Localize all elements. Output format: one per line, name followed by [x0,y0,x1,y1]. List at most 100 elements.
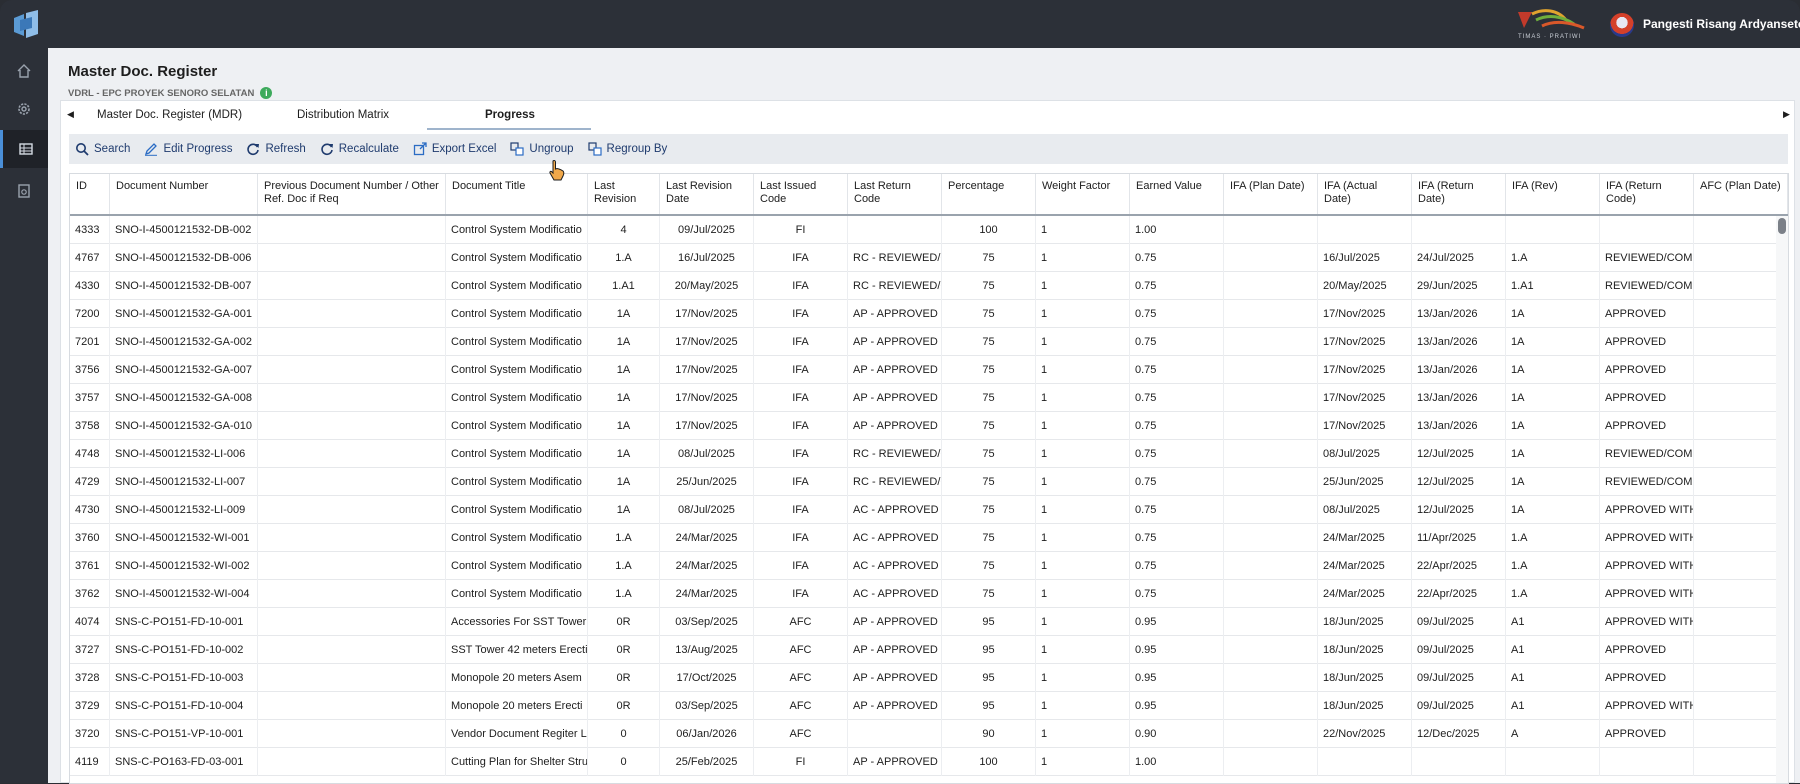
table-cell: 13/Jan/2026 [1412,300,1506,328]
table-row[interactable]: 4074 SNS-C-PO151-FD-10-001 Accessories For… [70,608,1788,636]
table-row[interactable]: 3761 SNO-I-4500121532-WI-002 Control Syste… [70,552,1788,580]
tab-scroll-left-icon[interactable]: ◀ [67,109,74,120]
table-cell: APPROVED [1600,356,1694,384]
table-cell: SNO-I-4500121532-DB-006 [110,244,258,272]
table-cell [258,468,446,496]
table-cell [258,356,446,384]
column-header[interactable]: IFA (Actual Date) [1318,174,1412,214]
table-row[interactable]: 4729 SNO-I-4500121532-LI-007 Control Syste… [70,468,1788,496]
top-bar: TIMAS · PRATIWI Pangesti Risang Ardyanse… [0,0,1800,48]
avatar[interactable] [1610,13,1634,37]
table-cell: 1A [1506,356,1600,384]
column-header[interactable]: ID [70,174,110,214]
sidebar-item-settings[interactable] [0,90,48,128]
table-cell [1694,216,1788,244]
table-cell: IFA [754,580,848,608]
table-cell: A1 [1506,664,1600,692]
edit-progress-button[interactable]: Edit Progress [144,142,232,156]
refresh-button[interactable]: Refresh [246,142,306,156]
recalculate-button[interactable]: Recalculate [320,142,399,156]
table-cell: 1.00 [1130,748,1224,776]
table-cell: SNO-I-4500121532-GA-002 [110,328,258,356]
table-cell: 0.75 [1130,328,1224,356]
column-header[interactable]: Last Issued Code [754,174,848,214]
table-cell: APPROVED WITH [1600,524,1694,552]
table-cell: IFA [754,328,848,356]
table-row[interactable]: 3756 SNO-I-4500121532-GA-007 Control Syste… [70,356,1788,384]
table-cell: 1.A1 [1506,272,1600,300]
table-row[interactable]: 4748 SNO-I-4500121532-LI-006 Control Syste… [70,440,1788,468]
table-cell: 0.75 [1130,440,1224,468]
table-row[interactable]: 3728 SNS-C-PO151-FD-10-003 Monopole 20 met… [70,664,1788,692]
tab-distribution-matrix[interactable]: Distribution Matrix [297,109,389,121]
export-excel-label: Export Excel [431,143,497,155]
table-cell: Control System Modificatio [446,356,588,384]
table-row[interactable]: 4119 SNS-C-PO163-FD-03-001 Cutting Plan fo… [70,748,1788,776]
table-cell: SNS-C-PO151-FD-10-001 [110,608,258,636]
table-cell: 0.75 [1130,244,1224,272]
table-cell: APPROVED [1600,636,1694,664]
column-header[interactable]: Document Number [110,174,258,214]
column-header[interactable]: AFC (Plan Date) [1694,174,1788,214]
table-cell: AP - APPROVED [848,300,942,328]
gear-icon [18,103,30,115]
column-header[interactable]: Previous Document Number / Other Ref. Do… [258,174,446,214]
table-row[interactable]: 4767 SNO-I-4500121532-DB-006 Control Syste… [70,244,1788,272]
tab-scroll-right-icon[interactable]: ▶ [1783,109,1790,120]
brand-logo[interactable] [12,10,40,40]
table-row[interactable]: 3758 SNO-I-4500121532-GA-010 Control Syste… [70,412,1788,440]
table-row[interactable]: 3720 SNS-C-PO151-VP-10-001 Vendor Document… [70,720,1788,748]
column-header[interactable]: IFA (Plan Date) [1224,174,1318,214]
column-header[interactable]: Document Title [446,174,588,214]
table-cell: AC - APPROVED W [848,496,942,524]
column-header[interactable]: Last Revision [588,174,660,214]
table-row[interactable]: 3727 SNS-C-PO151-FD-10-002 SST Tower 42 me… [70,636,1788,664]
table-row[interactable]: 4730 SNO-I-4500121532-LI-009 Control Syste… [70,496,1788,524]
table-cell: 25/Feb/2025 [660,748,754,776]
table-row[interactable]: 3760 SNO-I-4500121532-WI-001 Control Syste… [70,524,1788,552]
column-header[interactable]: IFA (Return Date) [1412,174,1506,214]
column-header[interactable]: Weight Factor [1036,174,1130,214]
column-header[interactable]: Last Revision Date [660,174,754,214]
table-cell [1600,216,1694,244]
table-cell [1224,300,1318,328]
table-cell: 95 [942,636,1036,664]
table-row[interactable]: 4330 SNO-I-4500121532-DB-007 Control Syste… [70,272,1788,300]
table-row[interactable]: 3762 SNO-I-4500121532-WI-004 Control Syste… [70,580,1788,608]
table-cell: Monopole 20 meters Asem [446,664,588,692]
column-header[interactable]: Percentage [942,174,1036,214]
ungroup-button[interactable]: Ungroup [510,142,574,156]
search-button[interactable]: Search [75,142,130,156]
column-header[interactable]: IFA (Rev) [1506,174,1600,214]
tab-progress[interactable]: Progress [485,109,535,121]
info-icon[interactable]: i [260,87,273,99]
table-row[interactable]: 4333 SNO-I-4500121532-DB-002 Control Syste… [70,216,1788,244]
table-cell: IFA [754,524,848,552]
table-row[interactable]: 7201 SNO-I-4500121532-GA-002 Control Syste… [70,328,1788,356]
table-cell: 1A [1506,496,1600,524]
regroup-by-button[interactable]: Regroup By [587,142,667,156]
export-icon [413,142,427,156]
table-cell: 1 [1036,608,1130,636]
table-cell: 75 [942,328,1036,356]
table-row[interactable]: 3729 SNS-C-PO151-FD-10-004 Monopole 20 met… [70,692,1788,720]
table-cell: 1A [1506,440,1600,468]
column-header[interactable]: Earned Value [1130,174,1224,214]
vertical-scrollbar-track[interactable] [1776,216,1788,783]
column-header[interactable]: Last Return Code [848,174,942,214]
refresh-icon [247,143,260,156]
user-name[interactable]: Pangesti Risang Ardyanseto [1643,17,1800,31]
table-cell: 0.75 [1130,412,1224,440]
tab-mdr[interactable]: Master Doc. Register (MDR) [97,109,242,121]
table-row[interactable]: 7200 SNO-I-4500121532-GA-001 Control Syste… [70,300,1788,328]
vertical-scrollbar-thumb[interactable] [1778,218,1786,234]
sidebar-item-home[interactable] [0,52,48,90]
table-cell: 17/Nov/2025 [660,356,754,384]
column-header[interactable]: IFA (Return Code) [1600,174,1694,214]
table-row[interactable]: 3757 SNO-I-4500121532-GA-008 Control Syste… [70,384,1788,412]
sidebar-item-docs[interactable] [0,172,48,210]
table-cell: 18/Jun/2025 [1318,608,1412,636]
sidebar-item-register[interactable] [0,130,48,168]
table-cell [258,440,446,468]
export-excel-button[interactable]: Export Excel [413,142,497,156]
